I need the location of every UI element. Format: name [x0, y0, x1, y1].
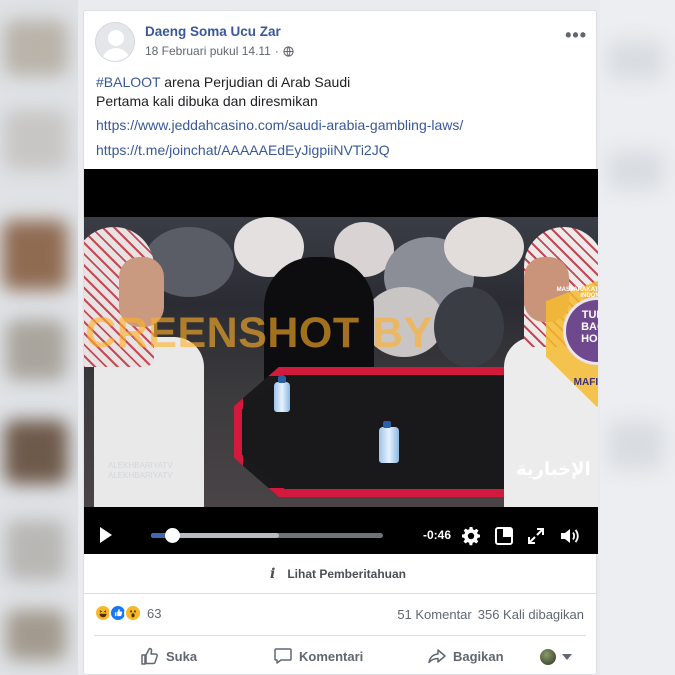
background-right-blurred	[600, 0, 675, 675]
comment-label: Komentari	[299, 648, 364, 664]
like-button[interactable]: Suka	[140, 646, 197, 666]
post-text: #BALOOT arena Perjudian di Arab Saudi Pe…	[96, 73, 576, 111]
background-left-blurred	[0, 0, 78, 675]
share-icon	[428, 649, 446, 664]
see-notice-label: Lihat Pemberitahuan	[287, 567, 407, 581]
comment-icon	[274, 648, 292, 664]
info-icon: i	[270, 566, 276, 582]
post-meta: 18 Februari pukul 14.11 ·	[145, 44, 294, 58]
chevron-down-icon	[562, 654, 572, 660]
author-avatar[interactable]	[95, 22, 135, 62]
post-link-telegram[interactable]: https://t.me/joinchat/AAAAAEdEyJigpiiNVT…	[96, 142, 390, 158]
action-bar: Suka Komentari Bagikan	[94, 635, 586, 675]
post-link-casino[interactable]: https://www.jeddahcasino.com/saudi-arabi…	[96, 117, 463, 133]
see-notice-button[interactable]: i Lihat Pemberitahuan	[270, 566, 406, 582]
time-remaining: -0:46	[423, 528, 452, 542]
like-label: Suka	[166, 648, 198, 664]
post-header: Daeng Soma Ucu Zar 18 Februari pukul 14.…	[95, 22, 596, 64]
share-label: Bagikan	[453, 648, 504, 664]
play-icon[interactable]	[100, 527, 112, 543]
volume-icon[interactable]	[559, 526, 581, 546]
water-bottle	[379, 421, 399, 463]
shares-count[interactable]: 356 Kali dibagikan	[478, 607, 584, 622]
post-text-line1: #BALOOT arena Perjudian di Arab Saudi	[96, 73, 576, 92]
thumbs-up-icon	[141, 647, 158, 665]
water-bottle	[274, 376, 290, 412]
hashtag-link[interactable]: #BALOOT	[96, 74, 160, 90]
badge-mafindo-label: MAFINDO	[573, 377, 598, 388]
notice-bar: i Lihat Pemberitahuan	[84, 554, 598, 594]
more-options-icon[interactable]: •••	[565, 26, 587, 44]
author-name[interactable]: Daeng Soma Ucu Zar	[145, 24, 281, 39]
share-button[interactable]: Bagikan	[427, 646, 504, 666]
wow-reaction-icon	[124, 604, 142, 622]
channel-logo: الإخبارية	[516, 459, 591, 480]
comments-count[interactable]: 51 Komentar	[397, 607, 471, 622]
post-text-line2: Pertama kali dibuka dan diresmikan	[96, 93, 318, 109]
theater-mode-icon[interactable]	[494, 526, 514, 546]
globe-icon[interactable]	[283, 45, 294, 57]
fullscreen-icon[interactable]	[526, 526, 546, 546]
post-text-line1-rest: arena Perjudian di Arab Saudi	[160, 74, 351, 90]
post-timestamp[interactable]: 18 Februari pukul 14.11	[145, 44, 271, 58]
video-controls: -0:46	[84, 517, 598, 554]
gear-icon[interactable]	[461, 526, 481, 546]
user-avatar	[540, 649, 556, 665]
post-as-selector[interactable]	[540, 649, 572, 665]
privacy-separator: ·	[274, 44, 279, 58]
video-player[interactable]: SCREENSHOT BY MASYARAKAT ANTI FITNAH IND…	[84, 169, 598, 554]
watermark-screenshot-by: SCREENSHOT BY	[84, 309, 433, 357]
comment-button[interactable]: Komentari	[273, 646, 363, 666]
post-card: Daeng Soma Ucu Zar 18 Februari pukul 14.…	[83, 10, 598, 675]
channel-watermark: ALEKHBARIYATV ALEKHBARIYATV	[108, 461, 173, 480]
reactions-summary[interactable]: 63	[94, 604, 161, 622]
turnbackhoax-text: TURN BACK HOAX	[581, 309, 598, 345]
reaction-count: 63	[147, 605, 162, 621]
engagement-counts: 51 Komentar 356 Kali dibagikan	[397, 607, 584, 622]
progress-knob[interactable]	[164, 528, 180, 543]
